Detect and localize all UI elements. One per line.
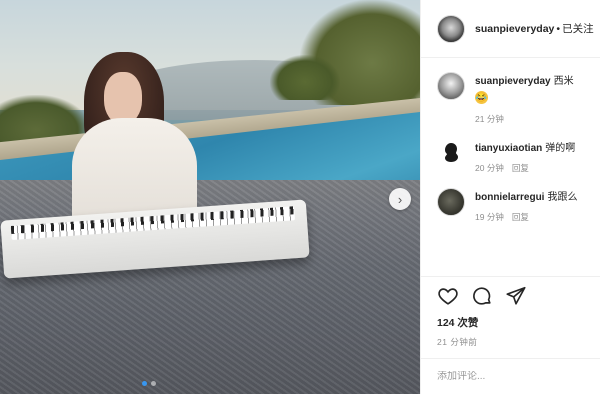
comment-item: tianyuxiaotian 弹的啊 20 分钟 回复 bbox=[421, 139, 600, 174]
action-icons bbox=[437, 283, 585, 309]
reply-button[interactable]: 回复 bbox=[512, 162, 529, 174]
follow-status-button[interactable]: 已关注 bbox=[562, 21, 594, 36]
comment-meta: 20 分钟 回复 bbox=[475, 162, 600, 174]
comment-text: 我跟么 bbox=[547, 192, 578, 203]
comment-body: tianyuxiaotian 弹的啊 20 分钟 回复 bbox=[475, 139, 600, 174]
comment-line: suanpieveryday 西米 bbox=[475, 72, 600, 87]
carousel-dot bbox=[151, 381, 156, 386]
avatar[interactable] bbox=[437, 14, 465, 43]
comment-list: suanpieveryday 西米 😂 21 分钟 tianyuxiaotian… bbox=[421, 72, 600, 237]
avatar[interactable] bbox=[437, 72, 465, 100]
comment-item: suanpieveryday 西米 😂 21 分钟 bbox=[421, 72, 600, 125]
comment-line: tianyuxiaotian 弹的啊 bbox=[475, 139, 600, 154]
post-photo[interactable]: › bbox=[0, 0, 420, 394]
comment-text: 弹的啊 bbox=[545, 143, 576, 154]
like-count[interactable]: 124 次赞 bbox=[437, 315, 585, 330]
heart-icon[interactable] bbox=[437, 285, 459, 307]
comment-item: bonnielarregui 我跟么 19 分钟 回复 bbox=[421, 188, 600, 223]
avatar[interactable] bbox=[437, 139, 465, 167]
post-sidebar: suanpieveryday • 已关注 suanpieveryday 西米 😂 … bbox=[420, 0, 600, 394]
silhouette-icon bbox=[445, 143, 458, 162]
comment-time: 20 分钟 bbox=[475, 163, 504, 173]
post-author-username[interactable]: suanpieveryday bbox=[475, 23, 554, 35]
avatar[interactable] bbox=[437, 188, 465, 216]
comment-time: 19 分钟 bbox=[475, 212, 504, 222]
photo-trees bbox=[270, 55, 340, 100]
chevron-right-icon: › bbox=[397, 191, 403, 207]
comment-username[interactable]: bonnielarregui bbox=[475, 192, 544, 203]
comment-meta: 19 分钟 回复 bbox=[475, 211, 600, 223]
instagram-post-view: › suanpieveryday • 已关注 suanpieveryday 西米 … bbox=[0, 0, 600, 394]
post-timestamp: 21 分钟前 bbox=[437, 337, 478, 347]
reply-button[interactable]: 回复 bbox=[512, 211, 529, 223]
comment-username[interactable]: tianyuxiaotian bbox=[475, 143, 542, 154]
share-icon[interactable] bbox=[505, 285, 527, 307]
comment-input[interactable] bbox=[437, 371, 587, 382]
carousel-dots bbox=[142, 381, 156, 386]
carousel-dot-active bbox=[142, 381, 147, 386]
post-header: suanpieveryday • 已关注 bbox=[421, 0, 600, 58]
comment-body: suanpieveryday 西米 😂 21 分钟 bbox=[475, 72, 600, 125]
comment-text: 西米 bbox=[553, 76, 574, 87]
post-actions: 124 次赞 21 分钟前 bbox=[421, 276, 600, 348]
next-photo-button[interactable]: › bbox=[389, 188, 411, 210]
comment-meta: 21 分钟 bbox=[475, 113, 600, 125]
comment-body: bonnielarregui 我跟么 19 分钟 回复 bbox=[475, 188, 600, 223]
header-separator: • bbox=[556, 22, 561, 35]
laughing-emoji-icon: 😂 bbox=[475, 91, 488, 104]
comment-time: 21 分钟 bbox=[475, 114, 504, 124]
photo-person-face bbox=[104, 72, 142, 124]
comment-icon[interactable] bbox=[471, 285, 493, 307]
comment-line: bonnielarregui 我跟么 bbox=[475, 188, 600, 203]
add-comment-bar bbox=[421, 358, 600, 394]
comment-username[interactable]: suanpieveryday bbox=[475, 76, 551, 87]
